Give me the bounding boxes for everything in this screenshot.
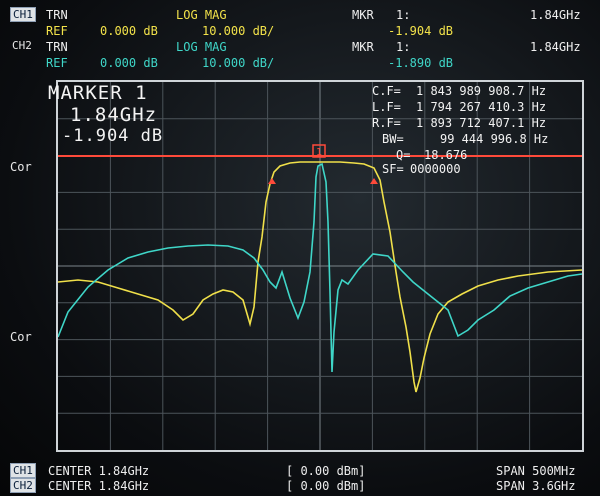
rf-value: 1 893 712 407.1 Hz bbox=[416, 116, 547, 130]
lf-value: 1 794 267 410.3 Hz bbox=[416, 100, 547, 114]
ch2-scale: 10.000 dB/ bbox=[202, 56, 275, 70]
rf-label: R.F= bbox=[372, 116, 401, 130]
right-edge-marker bbox=[370, 178, 378, 184]
lf-label: L.F= bbox=[372, 100, 401, 114]
bw-value: 99 444 996.8 Hz bbox=[440, 132, 549, 146]
marker-flag-label: 1 bbox=[316, 147, 322, 158]
cf-label: C.F= bbox=[372, 84, 401, 98]
footer-ch1-power: [ 0.00 dBm] bbox=[286, 464, 366, 478]
left-edge-marker bbox=[268, 178, 276, 184]
ch1-mkr-freq: 1.84GHz bbox=[530, 8, 581, 22]
ch2-mkr-value: -1.890 dB bbox=[388, 56, 454, 70]
cf-value: 1 843 989 908.7 Hz bbox=[416, 84, 547, 98]
ch1-ref-label: REF bbox=[46, 24, 68, 38]
analyzer-screen: CH1 TRN LOG MAG MKR 1: 1.84GHz REF 0.000… bbox=[0, 0, 600, 496]
ch2-mkr-num: 1: bbox=[396, 40, 411, 54]
footer-ch2-span: SPAN 3.6GHz bbox=[496, 479, 576, 493]
footer-ch1-indicator[interactable]: CH1 bbox=[10, 463, 36, 478]
marker-value: -1.904 dB bbox=[62, 126, 164, 146]
ch1-indicator[interactable]: CH1 bbox=[10, 7, 36, 22]
ch2-format: TRN bbox=[46, 40, 68, 54]
ch2-mkr-freq: 1.84GHz bbox=[530, 40, 581, 54]
marker-title: MARKER 1 bbox=[48, 82, 148, 104]
side-label-top: Cor bbox=[10, 160, 32, 174]
q-label: Q= bbox=[396, 148, 411, 162]
bw-label: BW= bbox=[382, 132, 404, 146]
ch1-meas: LOG MAG bbox=[176, 8, 227, 22]
footer-ch2-indicator[interactable]: CH2 bbox=[10, 478, 36, 493]
ch2-ref-value: 0.000 dB bbox=[100, 56, 158, 70]
footer-ch1-center: CENTER 1.84GHz bbox=[48, 464, 150, 478]
footer-ch2-center: CENTER 1.84GHz bbox=[48, 479, 150, 493]
ch1-mkr-label: MKR bbox=[352, 8, 374, 22]
q-value: 18.676 bbox=[424, 148, 468, 162]
footer-ch1-span: SPAN 500MHz bbox=[496, 464, 576, 478]
ch1-mkr-num: 1: bbox=[396, 8, 411, 22]
footer-ch2-power: [ 0.00 dBm] bbox=[286, 479, 366, 493]
ch1-scale: 10.000 dB/ bbox=[202, 24, 275, 38]
ch1-ref-value: 0.000 dB bbox=[100, 24, 158, 38]
ch2-ref-label: REF bbox=[46, 56, 68, 70]
ch1-format: TRN bbox=[46, 8, 68, 22]
sf-label: SF= bbox=[382, 162, 404, 176]
side-label-bottom: Cor bbox=[10, 330, 32, 344]
ch2-indicator[interactable]: CH2 bbox=[10, 39, 34, 52]
ch2-meas: LOG MAG bbox=[176, 40, 227, 54]
marker-frequency: 1.84GHz bbox=[70, 104, 158, 126]
sf-value: 0000000 bbox=[410, 162, 461, 176]
ch1-mkr-value: -1.904 dB bbox=[388, 24, 454, 38]
ch2-mkr-label: MKR bbox=[352, 40, 374, 54]
